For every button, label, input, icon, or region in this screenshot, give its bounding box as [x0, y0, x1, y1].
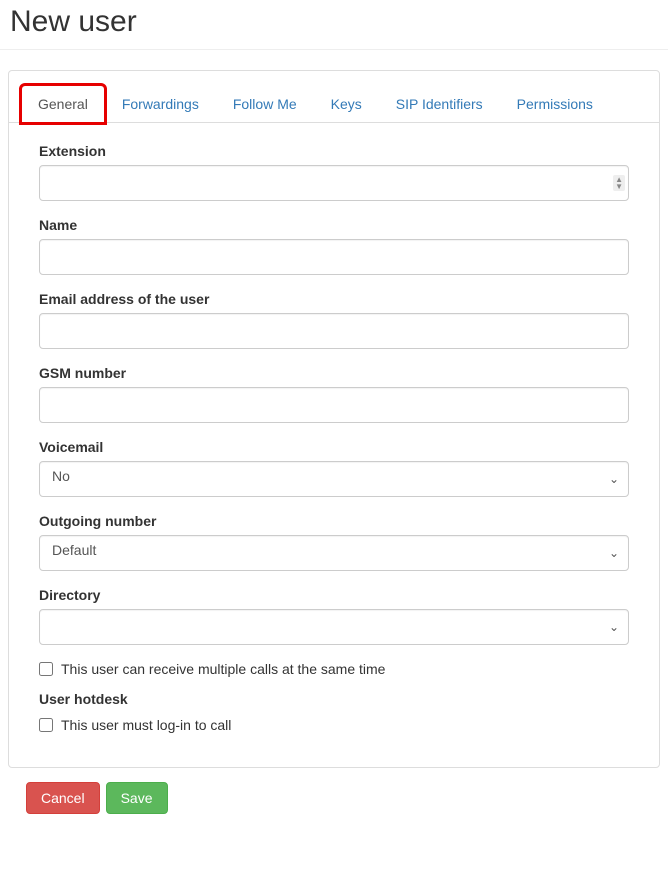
- field-voicemail: Voicemail No ⌄: [39, 439, 629, 497]
- gsm-label: GSM number: [39, 365, 629, 381]
- chevron-down-icon: ▼: [615, 183, 623, 190]
- hotdesk-login-label: This user must log-in to call: [61, 717, 231, 733]
- name-label: Name: [39, 217, 629, 233]
- outgoing-select-wrap: Default ⌄: [39, 535, 629, 571]
- voicemail-select-wrap: No ⌄: [39, 461, 629, 497]
- multicalls-label: This user can receive multiple calls at …: [61, 661, 385, 677]
- cancel-label: Cancel: [41, 790, 85, 806]
- hotdesk-login-checkbox[interactable]: [39, 718, 53, 732]
- tab-permissions[interactable]: Permissions: [500, 85, 610, 123]
- multicalls-checkbox[interactable]: [39, 662, 53, 676]
- hotdesk-section-label: User hotdesk: [39, 691, 629, 707]
- tab-label: Keys: [331, 96, 362, 112]
- page-header: New user: [0, 0, 668, 50]
- email-label: Email address of the user: [39, 291, 629, 307]
- directory-select[interactable]: [39, 609, 629, 645]
- page-title: New user: [10, 5, 668, 39]
- tab-follow-me[interactable]: Follow Me: [216, 85, 314, 123]
- tab-label: General: [38, 96, 88, 112]
- tab-label: Forwardings: [122, 96, 199, 112]
- outgoing-label: Outgoing number: [39, 513, 629, 529]
- tab-label: SIP Identifiers: [396, 96, 483, 112]
- tabs-bar: General Forwardings Follow Me Keys SIP I…: [9, 71, 659, 123]
- name-input[interactable]: [39, 239, 629, 275]
- voicemail-select[interactable]: No: [39, 461, 629, 497]
- field-gsm: GSM number: [39, 365, 629, 423]
- field-directory: Directory ⌄: [39, 587, 629, 645]
- save-label: Save: [121, 790, 153, 806]
- form-actions: Cancel Save: [0, 782, 668, 814]
- field-outgoing: Outgoing number Default ⌄: [39, 513, 629, 571]
- voicemail-label: Voicemail: [39, 439, 629, 455]
- field-hotdesk-login: This user must log-in to call: [39, 717, 629, 733]
- field-extension: Extension ▲ ▼: [39, 143, 629, 201]
- save-button[interactable]: Save: [106, 782, 168, 814]
- field-name: Name: [39, 217, 629, 275]
- tab-forwardings[interactable]: Forwardings: [105, 85, 216, 123]
- extension-input[interactable]: [39, 165, 629, 201]
- field-multicalls: This user can receive multiple calls at …: [39, 661, 629, 677]
- voicemail-value: No: [52, 468, 70, 484]
- tab-label: Permissions: [517, 96, 593, 112]
- tab-label: Follow Me: [233, 96, 297, 112]
- form-body: Extension ▲ ▼ Name Email address of the …: [9, 123, 659, 767]
- field-email: Email address of the user: [39, 291, 629, 349]
- outgoing-select[interactable]: Default: [39, 535, 629, 571]
- email-input[interactable]: [39, 313, 629, 349]
- outgoing-value: Default: [52, 542, 96, 558]
- extension-label: Extension: [39, 143, 629, 159]
- cancel-button[interactable]: Cancel: [26, 782, 100, 814]
- extension-input-wrap: ▲ ▼: [39, 165, 629, 201]
- form-panel: General Forwardings Follow Me Keys SIP I…: [8, 70, 660, 768]
- directory-label: Directory: [39, 587, 629, 603]
- tab-general[interactable]: General: [21, 85, 105, 123]
- tab-keys[interactable]: Keys: [314, 85, 379, 123]
- gsm-input[interactable]: [39, 387, 629, 423]
- directory-select-wrap: ⌄: [39, 609, 629, 645]
- tab-sip-identifiers[interactable]: SIP Identifiers: [379, 85, 500, 123]
- spinner-icon[interactable]: ▲ ▼: [613, 175, 625, 191]
